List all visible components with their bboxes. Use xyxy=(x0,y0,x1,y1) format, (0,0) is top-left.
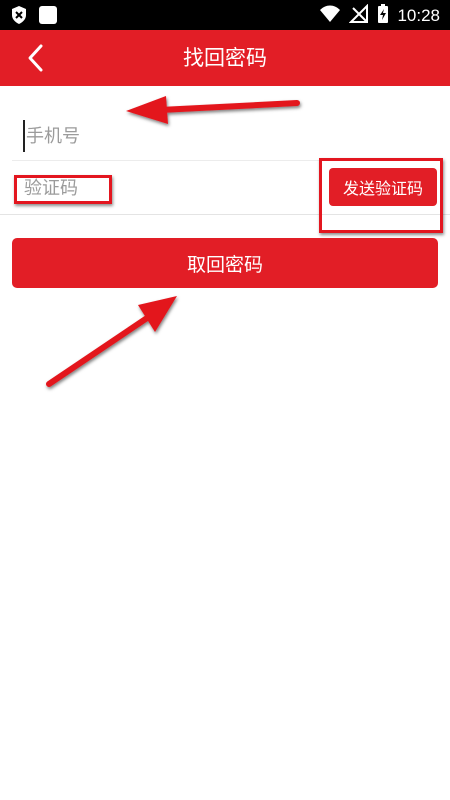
back-button[interactable] xyxy=(16,40,56,76)
wifi-icon xyxy=(319,4,341,28)
send-code-button[interactable]: 发送验证码 xyxy=(329,168,437,206)
retrieve-password-button[interactable]: 取回密码 xyxy=(12,238,438,288)
page-title: 找回密码 xyxy=(183,46,267,70)
status-bar: 10:28 xyxy=(0,0,450,30)
annotation-arrow-submit xyxy=(46,296,177,387)
no-signal-icon xyxy=(349,3,369,28)
status-right: 10:28 xyxy=(319,3,440,28)
chevron-left-icon xyxy=(16,44,56,80)
verification-code-input[interactable] xyxy=(24,174,274,202)
clock-time: 10:28 xyxy=(397,6,440,25)
square-notification-icon xyxy=(38,5,58,29)
app-bar: 找回密码 xyxy=(0,30,450,86)
battery-charging-icon xyxy=(377,4,389,28)
phone-row xyxy=(12,110,438,161)
status-left xyxy=(10,5,58,29)
shield-icon xyxy=(10,5,28,29)
phone-input[interactable] xyxy=(26,120,406,152)
text-cursor xyxy=(23,120,25,152)
